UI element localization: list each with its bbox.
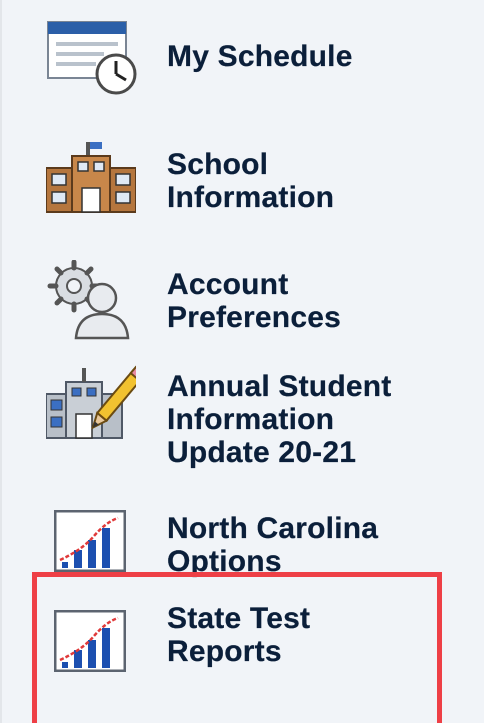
menu-item-label: My Schedule	[167, 40, 353, 73]
schedule-calendar-clock-icon	[46, 20, 138, 101]
menu-item-my-schedule[interactable]: My Schedule	[2, 0, 486, 110]
menu-item-label-line: My Schedule	[167, 40, 353, 73]
bar-chart-icon	[53, 509, 127, 577]
highlight-box	[32, 572, 442, 723]
menu-item-label-line: Account	[167, 268, 289, 301]
menu-item-label: Account Preferences	[167, 268, 341, 334]
school-pencil-icon	[45, 360, 147, 445]
menu-item-label: North Carolina Options	[167, 512, 378, 578]
menu-item-label: Annual Student Information Update 20-21	[167, 370, 391, 469]
menu-item-label-line: Information	[167, 403, 335, 436]
school-building-icon	[45, 142, 137, 219]
menu-item-annual-student-information-update[interactable]: Annual Student Information Update 20-21	[2, 360, 486, 480]
menu-item-label-line: Annual Student	[167, 370, 392, 403]
menu-item-label: School Information	[167, 148, 334, 214]
account-gear-users-icon	[46, 259, 136, 345]
menu-item-label-line: Update 20-21	[167, 436, 357, 469]
menu-item-label-line: Preferences	[167, 301, 341, 334]
menu-item-label-line: School	[167, 148, 269, 181]
sidebar-menu: My Schedule School Information Account P…	[0, 0, 484, 723]
menu-item-label-line: Information	[167, 181, 335, 214]
menu-item-label-line: North Carolina	[167, 512, 379, 545]
menu-item-school-information[interactable]: School Information	[2, 130, 486, 240]
menu-item-account-preferences[interactable]: Account Preferences	[2, 250, 486, 350]
